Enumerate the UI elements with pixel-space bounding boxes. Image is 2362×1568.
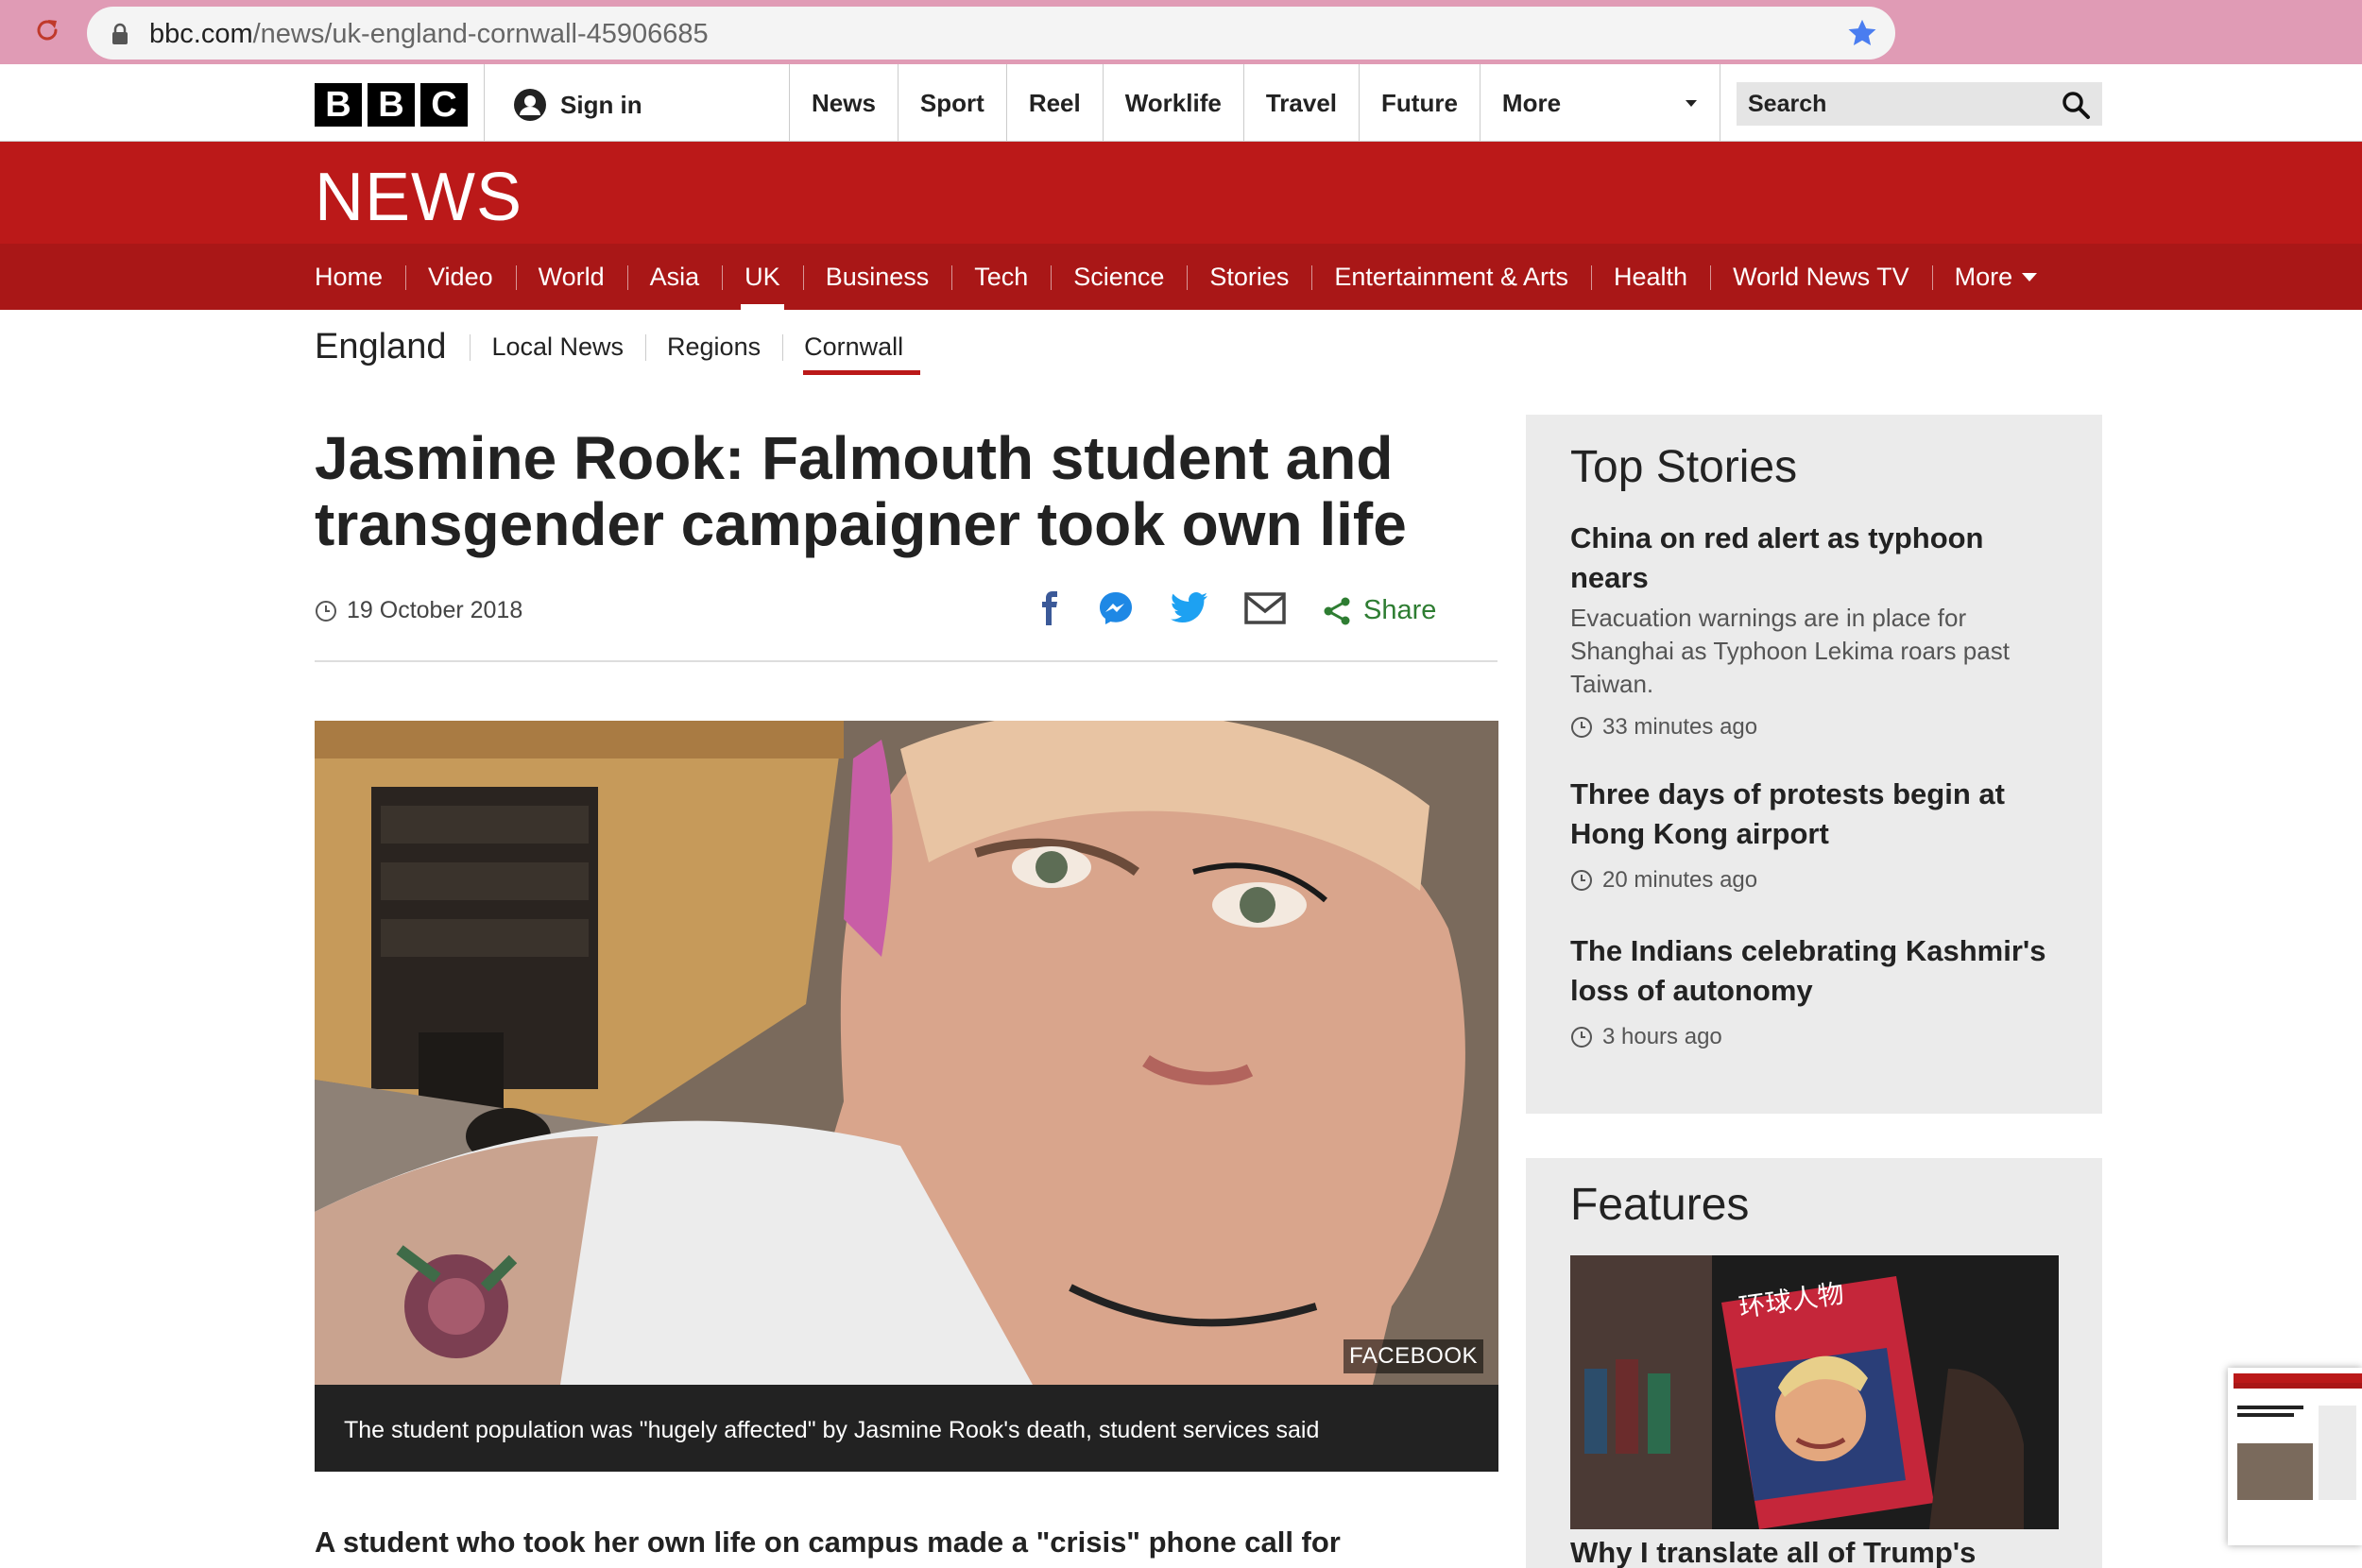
- section-business[interactable]: Business: [802, 244, 952, 310]
- global-nav-links: News Sport Reel Worklife Travel Future M…: [789, 64, 1720, 142]
- story-headline[interactable]: The Indians celebrating Kashmir's loss o…: [1570, 931, 2062, 1011]
- section-uk[interactable]: UK: [722, 244, 803, 310]
- story-headline[interactable]: Three days of protests begin at Hong Kon…: [1570, 775, 2062, 854]
- top-stories-title: Top Stories: [1570, 442, 1798, 492]
- magazine-photo: 环球人物: [1570, 1255, 2059, 1529]
- nav-reel[interactable]: Reel: [1005, 64, 1103, 142]
- subnav-local-news[interactable]: Local News: [470, 314, 645, 380]
- caret-down-icon: [2022, 272, 2038, 281]
- image-caption: The student population was "hugely affec…: [315, 1385, 1498, 1472]
- clock-icon: [1571, 717, 1592, 738]
- nav-more-dropdown[interactable]: More: [1479, 64, 1720, 142]
- section-stories[interactable]: Stories: [1187, 244, 1311, 310]
- story-time: 20 minutes ago: [1570, 867, 2062, 894]
- top-story[interactable]: The Indians celebrating Kashmir's loss o…: [1570, 931, 2062, 1050]
- sub-nav: England Local News Regions Cornwall: [315, 314, 925, 380]
- top-stories-panel: Top Stories China on red alert as typhoo…: [1526, 415, 2102, 1114]
- news-banner: NEWS: [0, 142, 2362, 244]
- section-entertainment-arts[interactable]: Entertainment & Arts: [1311, 244, 1591, 310]
- section-nav: Home Video World Asia UK Business Tech S…: [0, 244, 2362, 310]
- share-icon: [1324, 597, 1350, 624]
- url-text: bbc.com/news/uk-england-cornwall-4590668…: [149, 19, 709, 49]
- news-logo[interactable]: NEWS: [315, 159, 522, 236]
- article-headline: Jasmine Rook: Falmouth student and trans…: [315, 424, 1407, 558]
- features-title: Features: [1570, 1180, 1750, 1230]
- section-science[interactable]: Science: [1051, 244, 1187, 310]
- address-bar[interactable]: bbc.com/news/uk-england-cornwall-4590668…: [87, 7, 1895, 60]
- section-health[interactable]: Health: [1591, 244, 1710, 310]
- subnav-regions[interactable]: Regions: [645, 314, 782, 380]
- article-date: 19 October 2018: [315, 597, 522, 624]
- clock-icon: [316, 600, 336, 622]
- top-story[interactable]: Three days of protests begin at Hong Kon…: [1570, 775, 2062, 894]
- story-time: 3 hours ago: [1570, 1024, 2062, 1050]
- section-home[interactable]: Home: [315, 244, 405, 310]
- image-credit: FACEBOOK: [1343, 1339, 1483, 1373]
- article-photo: FACEBOOK: [315, 721, 1498, 1385]
- clock-icon: [1571, 870, 1592, 891]
- portrait-image: [315, 721, 1498, 1385]
- sign-in-link[interactable]: Sign in: [513, 88, 642, 122]
- bbc-global-nav: B B C Sign in News Sport Reel Worklife T…: [0, 64, 2362, 142]
- divider: [315, 660, 1498, 662]
- section-world-news-tv[interactable]: World News TV: [1710, 244, 1932, 310]
- email-icon[interactable]: [1244, 592, 1286, 629]
- share-button[interactable]: Share: [1322, 595, 1436, 626]
- section-asia[interactable]: Asia: [626, 244, 723, 310]
- screenshot-thumbnail[interactable]: [2228, 1368, 2362, 1545]
- nav-news[interactable]: News: [789, 64, 898, 142]
- share-tools: Share: [1036, 589, 1436, 632]
- section-tech[interactable]: Tech: [951, 244, 1051, 310]
- twitter-icon[interactable]: [1171, 592, 1208, 629]
- account-icon: [514, 89, 546, 121]
- nav-travel[interactable]: Travel: [1242, 64, 1359, 142]
- clock-icon: [1571, 1027, 1592, 1048]
- article-lede: A student who took her own life on campu…: [315, 1525, 1341, 1559]
- subnav-title[interactable]: England: [315, 327, 446, 367]
- reload-icon[interactable]: [28, 11, 66, 49]
- story-headline[interactable]: China on red alert as typhoon nears: [1570, 519, 2062, 598]
- nav-future[interactable]: Future: [1359, 64, 1480, 142]
- story-summary: Evacuation warnings are in place for Sha…: [1570, 604, 2010, 698]
- feature-image[interactable]: 环球人物: [1570, 1255, 2059, 1529]
- search-icon[interactable]: [2061, 90, 2091, 125]
- lock-icon: [111, 23, 129, 50]
- bookmark-star-icon[interactable]: [1846, 17, 1878, 54]
- section-world[interactable]: World: [515, 244, 627, 310]
- subnav-cornwall[interactable]: Cornwall: [782, 314, 925, 380]
- browser-toolbar: bbc.com/news/uk-england-cornwall-4590668…: [0, 0, 2362, 64]
- features-panel: Features 环球人物 Why I translate all of Tru…: [1526, 1158, 2102, 1568]
- caret-down-icon: [1685, 100, 1697, 107]
- nav-sport[interactable]: Sport: [897, 64, 1006, 142]
- nav-worklife[interactable]: Worklife: [1102, 64, 1243, 142]
- feature-headline[interactable]: Why I translate all of Trump's: [1570, 1536, 1976, 1568]
- bbc-logo[interactable]: B B C: [315, 83, 468, 127]
- section-more-dropdown[interactable]: More: [1931, 244, 2061, 310]
- story-time: 33 minutes ago: [1570, 714, 2062, 741]
- facebook-icon[interactable]: [1036, 591, 1061, 630]
- section-video[interactable]: Video: [405, 244, 516, 310]
- messenger-icon[interactable]: [1097, 589, 1135, 632]
- search-box[interactable]: Search: [1737, 82, 2102, 126]
- top-story[interactable]: China on red alert as typhoon nears Evac…: [1570, 519, 2062, 741]
